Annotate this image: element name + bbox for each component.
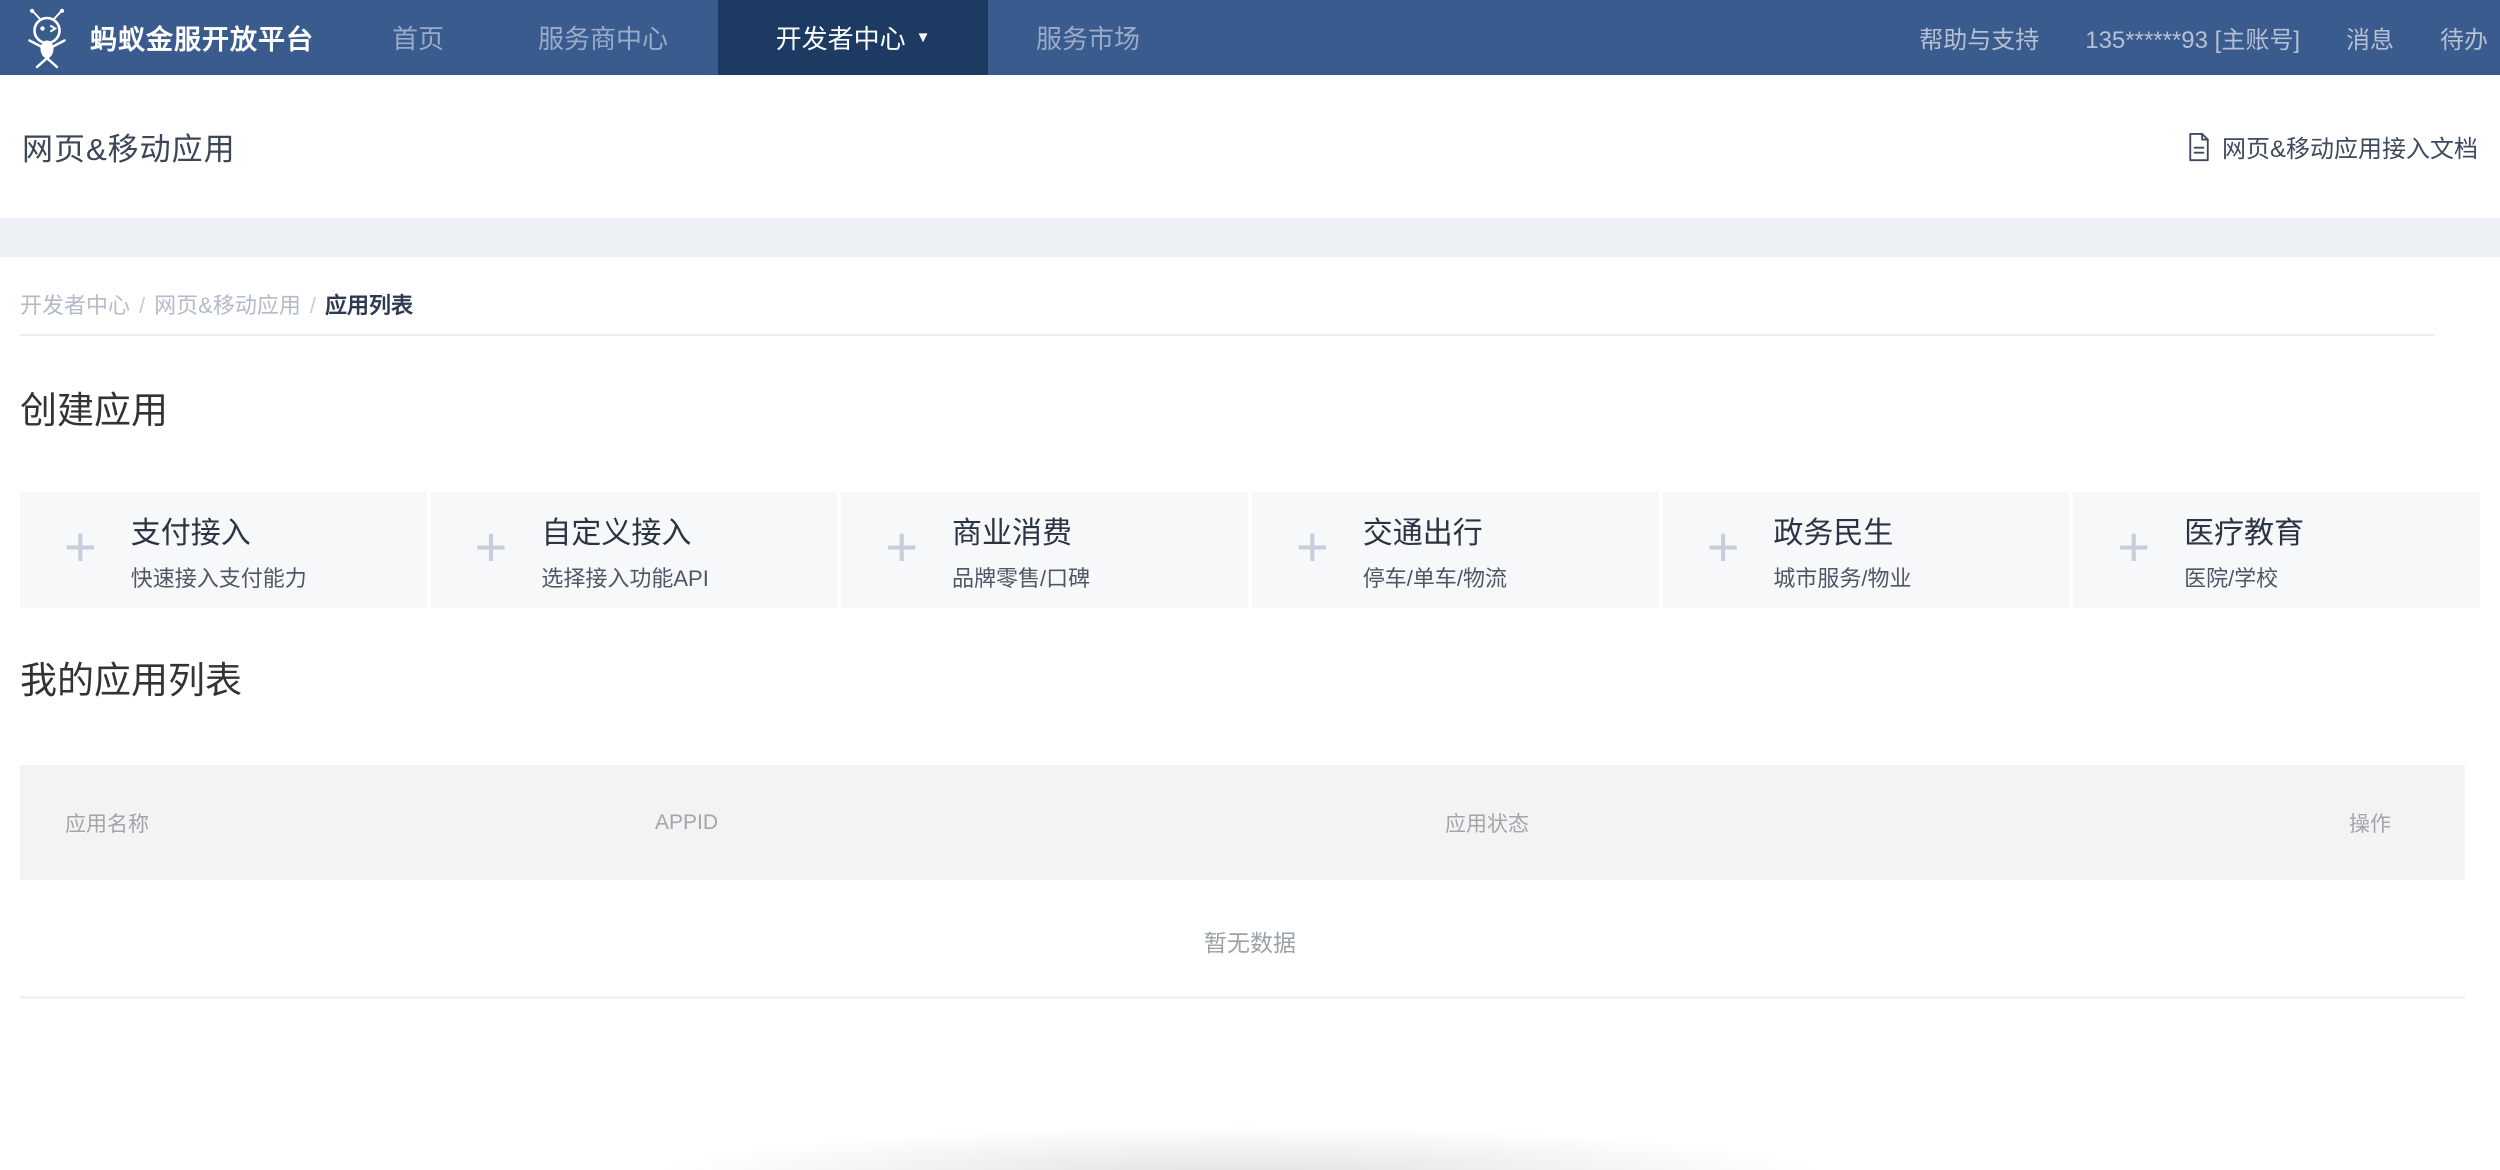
plus-icon: + <box>1707 519 1740 575</box>
create-app-card-row: + 支付接入 快速接入支付能力 + 自定义接入 选择接入功能API + 商业消费… <box>20 492 2480 608</box>
column-header-appid: APPID <box>655 811 1445 835</box>
help-support-link[interactable]: 帮助与支持 <box>1919 20 2039 55</box>
nav-item-home[interactable]: 首页 <box>348 0 488 75</box>
card-title: 商业消费 <box>952 508 1090 552</box>
empty-state-text: 暂无数据 <box>0 924 2500 958</box>
create-app-heading: 创建应用 <box>20 380 168 434</box>
breadcrumb-web-mobile-app[interactable]: 网页&移动应用 <box>154 293 301 318</box>
card-text: 商业消费 品牌零售/口碑 <box>952 508 1090 593</box>
document-icon <box>2186 132 2212 162</box>
create-card-transport[interactable]: + 交通出行 停车/单车/物流 <box>1252 492 1659 608</box>
todo-link[interactable]: 待办 <box>2440 20 2488 55</box>
plus-icon: + <box>2117 519 2150 575</box>
card-text: 支付接入 快速接入支付能力 <box>131 508 307 593</box>
create-card-payment[interactable]: + 支付接入 快速接入支付能力 <box>20 492 427 608</box>
page: 蚂蚁金服开放平台 首页 服务商中心 开发者中心 ▼ 服务市场 帮助与支持 135… <box>0 0 2500 1170</box>
brand[interactable]: 蚂蚁金服开放平台 <box>0 0 314 75</box>
my-app-list-heading: 我的应用列表 <box>20 650 242 704</box>
breadcrumb: 开发者中心/网页&移动应用/应用列表 <box>20 288 413 320</box>
nav-item-label: 开发者中心 <box>776 19 906 56</box>
page-header: 网页&移动应用 网页&移动应用接入文档 <box>0 75 2500 218</box>
nav-item-developer-center[interactable]: 开发者中心 ▼ <box>718 0 988 75</box>
plus-icon: + <box>1296 519 1329 575</box>
bottom-edge-shadow <box>470 1106 2010 1170</box>
primary-nav: 首页 服务商中心 开发者中心 ▼ 服务市场 <box>348 0 1188 75</box>
breadcrumb-separator: / <box>301 293 325 318</box>
column-header-app-status: 应用状态 <box>1445 808 1529 838</box>
card-text: 交通出行 停车/单车/物流 <box>1363 508 1507 593</box>
card-subtitle: 停车/单车/物流 <box>1363 561 1507 593</box>
create-card-medical-education[interactable]: + 医疗教育 医院/学校 <box>2073 492 2480 608</box>
card-title: 交通出行 <box>1363 508 1507 552</box>
caret-down-icon: ▼ <box>916 29 931 46</box>
column-header-actions: 操作 <box>2349 808 2465 838</box>
card-title: 自定义接入 <box>541 508 708 552</box>
table-bottom-divider <box>20 996 2465 999</box>
sub-header-band <box>0 218 2500 257</box>
ant-logo-icon <box>16 7 78 69</box>
card-subtitle: 医院/学校 <box>2184 561 2304 593</box>
nav-item-service-market[interactable]: 服务市场 <box>988 0 1188 75</box>
page-title: 网页&移动应用 <box>22 124 236 169</box>
create-card-government[interactable]: + 政务民生 城市服务/物业 <box>1663 492 2070 608</box>
breadcrumb-current-app-list: 应用列表 <box>325 293 413 318</box>
breadcrumb-developer-center[interactable]: 开发者中心 <box>20 293 130 318</box>
plus-icon: + <box>475 519 508 575</box>
card-subtitle: 品牌零售/口碑 <box>952 561 1090 593</box>
plus-icon: + <box>64 519 97 575</box>
card-text: 医疗教育 医院/学校 <box>2184 508 2304 593</box>
navbar-right: 帮助与支持 135******93 [主账号] 消息 待办 <box>1919 0 2500 75</box>
breadcrumb-separator: / <box>130 293 154 318</box>
account-label[interactable]: 135******93 [主账号] <box>2085 20 2300 55</box>
app-table-header: 应用名称 APPID 应用状态 操作 <box>20 765 2465 880</box>
integration-doc-link[interactable]: 网页&移动应用接入文档 <box>2186 129 2478 164</box>
column-header-app-name: 应用名称 <box>65 808 655 838</box>
card-subtitle: 城市服务/物业 <box>1773 561 1911 593</box>
nav-item-service-provider-center[interactable]: 服务商中心 <box>488 0 718 75</box>
messages-link[interactable]: 消息 <box>2346 20 2394 55</box>
breadcrumb-divider <box>20 334 2435 336</box>
card-title: 支付接入 <box>131 508 307 552</box>
card-text: 自定义接入 选择接入功能API <box>541 508 708 593</box>
integration-doc-link-label: 网页&移动应用接入文档 <box>2222 129 2478 164</box>
card-text: 政务民生 城市服务/物业 <box>1773 508 1911 593</box>
card-subtitle: 快速接入支付能力 <box>131 561 307 593</box>
card-title: 政务民生 <box>1773 508 1911 552</box>
card-subtitle: 选择接入功能API <box>541 561 708 593</box>
plus-icon: + <box>885 519 918 575</box>
card-title: 医疗教育 <box>2184 508 2304 552</box>
create-card-commerce[interactable]: + 商业消费 品牌零售/口碑 <box>841 492 1248 608</box>
create-card-custom[interactable]: + 自定义接入 选择接入功能API <box>431 492 838 608</box>
top-navbar: 蚂蚁金服开放平台 首页 服务商中心 开发者中心 ▼ 服务市场 帮助与支持 135… <box>0 0 2500 75</box>
brand-name: 蚂蚁金服开放平台 <box>90 18 314 57</box>
